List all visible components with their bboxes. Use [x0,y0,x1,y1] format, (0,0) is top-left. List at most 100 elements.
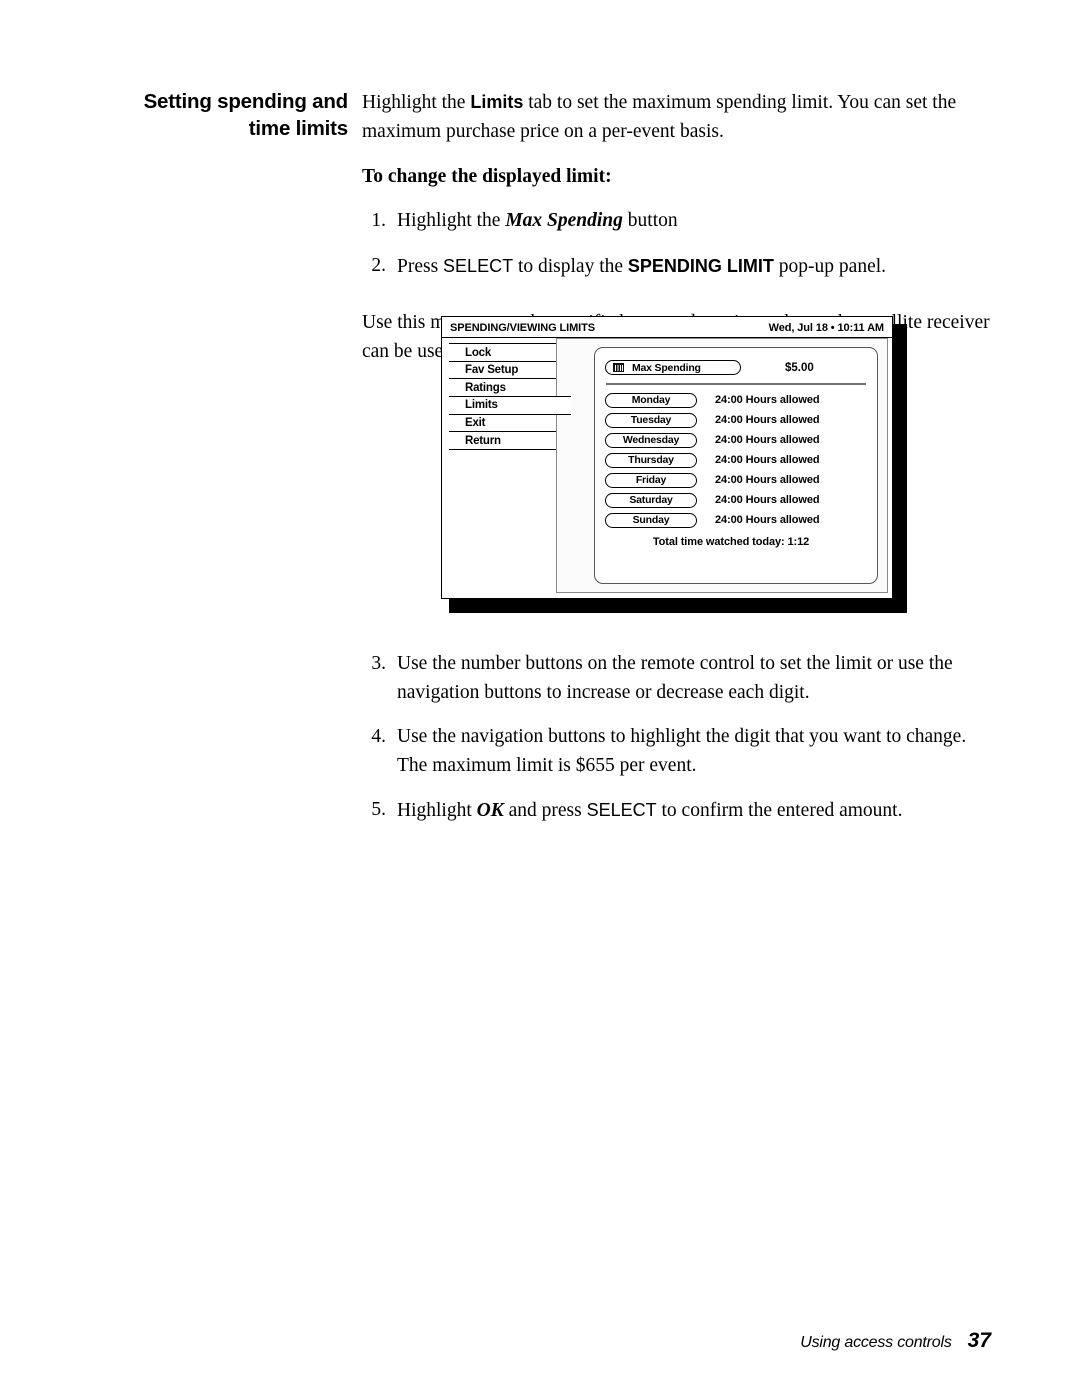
table-row: Wednesday 24:00 Hours allowed [605,430,867,450]
list-item: 3. Use the number buttons on the remote c… [362,650,990,707]
table-row: Sunday 24:00 Hours allowed [605,510,867,530]
tab-ratings[interactable]: Ratings [449,378,559,398]
day-button-friday[interactable]: Friday [605,472,697,488]
tv-clock: Wed, Jul 18 • 10:11 AM [768,321,884,334]
list-item: 2. Press SELECT to display the SPENDING L… [362,252,990,282]
step-number: 2. [371,254,386,276]
tv-limits-panel: Max Spending $5.00 Monday 24:00 Hours al… [594,347,878,584]
tab-angle-icon [450,379,464,396]
day-button-wednesday[interactable]: Wednesday [605,432,697,448]
max-spending-button[interactable]: Max Spending [605,360,741,375]
step-text-post: pop-up panel. [773,255,887,277]
section-heading: Setting spending and time limits [96,88,349,142]
intro-paragraph: Highlight the Limits tab to set the maxi… [362,88,990,146]
section-heading-line1: Setting spending and [143,90,349,113]
step-text-mid: and press [503,800,587,821]
day-button-monday[interactable]: Monday [605,392,697,408]
day-button-tuesday[interactable]: Tuesday [605,412,697,428]
day-button-sunday[interactable]: Sunday [605,512,697,528]
total-time-watched: Total time watched today: 1:12 [652,536,810,549]
day-button-saturday[interactable]: Saturday [605,492,697,508]
section-heading-line2: time limits [248,117,348,140]
list-item: 4. Use the navigation buttons to highligh… [362,723,990,780]
tv-screen-title: SPENDING/VIEWING LIMITS [450,321,595,334]
step-text-post: to confirm the entered amount. [656,800,903,821]
footer-page-number: 37 [967,1329,991,1352]
tab-angle-icon [450,362,464,379]
step-panel-name: SPENDING LIMIT [627,255,774,276]
tab-exit[interactable]: Exit [449,413,559,433]
step-text-pre: Press [397,255,444,277]
subheading-change-limit: To change the displayed limit: [362,166,612,187]
tv-frame: SPENDING/VIEWING LIMITS Wed, Jul 18 • 10… [441,316,893,599]
tab-fav-setup[interactable]: Fav Setup [449,360,559,380]
day-hours-value: 24:00 Hours allowed [715,494,820,507]
tab-label: Return [465,434,501,447]
step-text-pre: Highlight the [397,210,506,231]
tab-angle-icon [450,344,464,361]
day-hours-value: 24:00 Hours allowed [715,514,820,527]
day-hours-value: 24:00 Hours allowed [715,434,820,447]
step-text: Use the number buttons on the remote con… [397,653,953,703]
step-text: Use the navigation buttons to highlight … [397,726,967,776]
footer-chapter-title: Using access controls [800,1334,952,1351]
tab-angle-icon [450,414,464,431]
panel-divider [606,383,866,386]
table-row: Thursday 24:00 Hours allowed [605,450,867,470]
max-spending-row: Max Spending $5.00 [605,358,867,377]
step-text-pre: Highlight [397,800,477,821]
tab-lock[interactable]: Lock [449,343,559,362]
step-text-mid: to display the [513,255,628,277]
tv-tab-strip: Lock Fav Setup Ratings Limits Exit Retur… [449,343,571,451]
day-label: Friday [635,474,667,487]
keypad-icon [613,363,624,372]
tab-label: Lock [465,346,492,359]
step-key-select: SELECT [443,255,514,276]
table-row: Friday 24:00 Hours allowed [605,470,867,490]
day-label: Tuesday [630,414,672,427]
tv-content-panel: Max Spending $5.00 Monday 24:00 Hours al… [556,338,888,593]
list-item: 5. Highlight OK and press SELECT to confi… [362,796,990,826]
table-row: Monday 24:00 Hours allowed [605,390,867,410]
tab-angle-icon [450,397,464,414]
day-label: Thursday [628,454,674,467]
day-hours-value: 24:00 Hours allowed [715,414,820,427]
intro-part1: Highlight the [362,92,471,113]
table-row: Tuesday 24:00 Hours allowed [605,410,867,430]
step-emphasis-ok: OK [476,800,504,821]
list-item: 1. Highlight the Max Spending button [362,207,990,236]
body-column-lower: 3. Use the number buttons on the remote c… [362,650,990,826]
max-spending-value: $5.00 [785,361,814,374]
tab-limits[interactable]: Limits [449,395,571,415]
table-row: Saturday 24:00 Hours allowed [605,490,867,510]
tab-angle-icon [450,432,464,449]
tab-label: Fav Setup [465,364,519,377]
tab-label: Exit [465,416,486,429]
steps-list-first: 1. Highlight the Max Spending button 2. Pr… [362,207,990,281]
step-emphasis: Max Spending [505,210,623,231]
steps-list-last: 3. Use the number buttons on the remote c… [362,650,990,826]
manual-page: Setting spending and time limits Highlig… [0,0,1080,1397]
tab-label: Limits [465,399,498,412]
step-text-post: button [622,210,678,231]
page-footer: Using access controls 37 [0,1329,991,1353]
step-number: 5. [371,799,386,820]
step-number: 4. [371,726,386,747]
tv-body: Lock Fav Setup Ratings Limits Exit Retur… [442,338,892,597]
day-hours-value: 24:00 Hours allowed [715,454,820,467]
day-label: Sunday [632,514,670,527]
day-hours-value: 24:00 Hours allowed [715,474,820,487]
step-number: 1. [371,210,386,231]
step-key-select: SELECT [586,800,657,820]
day-label: Saturday [629,494,673,507]
tv-screen-figure: SPENDING/VIEWING LIMITS Wed, Jul 18 • 10… [441,316,907,613]
step-number: 3. [371,653,386,674]
day-hours-value: 24:00 Hours allowed [715,394,820,407]
tab-return[interactable]: Return [449,431,559,451]
tv-title-bar: SPENDING/VIEWING LIMITS Wed, Jul 18 • 10… [442,317,892,338]
tab-label: Ratings [465,381,506,394]
day-label: Monday [631,394,671,407]
day-button-thursday[interactable]: Thursday [605,452,697,468]
intro-limits-tab-name: Limits [470,92,524,112]
day-label: Wednesday [622,434,680,447]
